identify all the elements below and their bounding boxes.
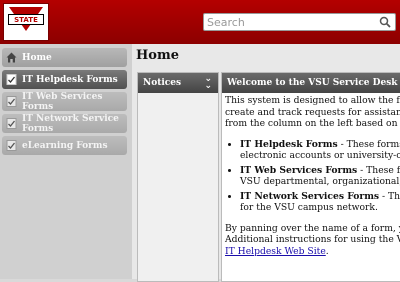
welcome-body: This system is designed to allow the fac… — [222, 93, 400, 259]
outro-line: Additional instructions for using the VS… — [225, 234, 400, 245]
page-title: Home — [136, 48, 179, 63]
notices-header[interactable]: Notices ⌄ ⌄ — [138, 73, 218, 93]
intro-line: create and track requests for assistance… — [225, 106, 400, 118]
checklist-icon — [6, 74, 17, 85]
outro-line: IT Helpdesk Web Site. — [225, 245, 329, 257]
intro-line: This system is designed to allow the fac… — [225, 95, 400, 106]
double-chevron-down-icon[interactable]: ⌄ ⌄ — [204, 75, 212, 91]
main-content: Home Notices ⌄ ⌄ Welcome to the VSU Servi… — [132, 44, 400, 282]
notices-panel: Notices ⌄ ⌄ — [137, 72, 219, 282]
sidebar-item-home[interactable]: Home — [2, 48, 127, 67]
search-input[interactable] — [207, 14, 367, 30]
sidebar-item-label: eLearning Forms — [22, 140, 108, 151]
list-item: IT Helpdesk Forms - These formselectroni… — [240, 139, 400, 162]
welcome-header: Welcome to the VSU Service Desk — [222, 73, 400, 93]
sidebar-item-it-network-service-forms[interactable]: IT Network Service Forms — [2, 113, 127, 134]
checklist-icon — [6, 140, 17, 151]
list-item: IT Network Services Forms - Thesfor the … — [240, 191, 400, 214]
sidebar-item-elearning-forms[interactable]: eLearning Forms — [2, 136, 127, 155]
home-icon — [6, 52, 17, 63]
sidebar: Home IT Helpdesk Forms IT Web Services F… — [0, 44, 132, 279]
header-bar: STATE — [0, 0, 400, 44]
sidebar-item-label: IT Network Service Forms — [22, 113, 119, 134]
sidebar-item-label: IT Helpdesk Forms — [22, 74, 118, 85]
welcome-panel: Welcome to the VSU Service Desk This sys… — [221, 72, 400, 282]
search-icon[interactable] — [379, 16, 391, 28]
logo-text: STATE — [8, 14, 44, 25]
helpdesk-website-link[interactable]: IT Helpdesk Web Site — [225, 246, 326, 257]
welcome-title: Welcome to the VSU Service Desk — [227, 78, 398, 88]
list-item: IT Web Services Forms - These foVSU depa… — [240, 165, 400, 188]
checklist-icon — [6, 118, 17, 129]
checklist-icon — [6, 96, 17, 107]
search-box[interactable] — [203, 13, 396, 31]
sidebar-item-label: IT Web Services Forms — [22, 91, 103, 112]
notices-title: Notices — [143, 78, 182, 88]
sidebar-item-label: Home — [22, 52, 52, 63]
sidebar-item-it-helpdesk-forms[interactable]: IT Helpdesk Forms — [2, 70, 127, 89]
outro-line: By panning over the name of a form, you … — [225, 222, 400, 234]
forms-list: IT Helpdesk Forms - These formselectroni… — [225, 139, 400, 214]
sidebar-item-it-web-services-forms[interactable]: IT Web Services Forms — [2, 91, 127, 112]
intro-line: from the column on the left based on the… — [225, 118, 400, 129]
vsu-logo[interactable]: STATE — [3, 3, 49, 41]
